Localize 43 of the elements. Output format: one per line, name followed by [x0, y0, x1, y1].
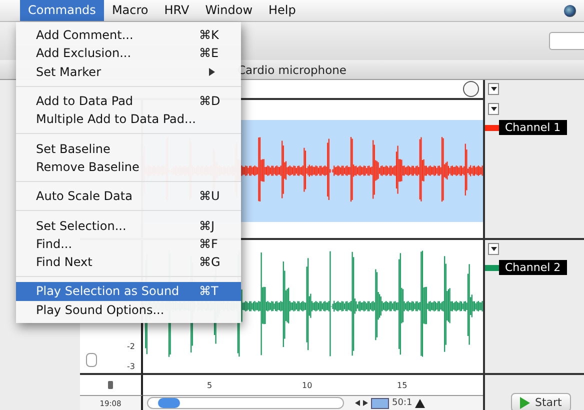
shortcut-label: ⌘F	[199, 236, 219, 251]
shortcut-label: ⌘T	[199, 284, 220, 298]
left-arrow-icon[interactable]	[355, 400, 360, 406]
shortcut-label: ⌘U	[199, 189, 221, 204]
menu-title[interactable]: HRV	[156, 0, 198, 21]
axis-tick-label: 10	[302, 381, 312, 390]
menu-item[interactable]: Play Sound Options...	[16, 300, 241, 319]
shortcut-label: ⌘J	[199, 218, 216, 233]
submenu-arrow-icon	[209, 68, 215, 76]
menu-title[interactable]: Help	[260, 0, 304, 21]
axis-tick-label: 15	[397, 381, 408, 390]
axis-tick-label: -2	[127, 342, 135, 351]
shortcut-label: ⌘G	[199, 255, 222, 270]
menu-item[interactable]: Add Comment... ⌘K	[16, 26, 241, 44]
menu-title[interactable]: Window	[197, 0, 261, 21]
menu-title[interactable]: Macro	[104, 0, 156, 21]
menu-item[interactable]: Set Baseline	[16, 139, 241, 158]
menu-item[interactable]: Find Next ⌘G	[16, 252, 241, 272]
axis-tick-label: 5	[207, 381, 212, 390]
triangle-icon[interactable]	[415, 398, 426, 408]
menu-item[interactable]: Multiple Add to Data Pad...	[16, 110, 241, 128]
menu-item[interactable]: Add to Data Pad ⌘D	[16, 92, 241, 110]
menu-item[interactable]: Find... ⌘F	[16, 234, 241, 253]
globe-icon[interactable]	[564, 4, 576, 16]
menu-title[interactable]: Commands	[20, 0, 104, 21]
zoom-icon[interactable]	[371, 398, 389, 408]
menu-item[interactable]: Play Selection as Sound ⌘T	[16, 282, 241, 301]
scroll-thumb[interactable]	[158, 398, 180, 408]
shortcut-label: ⌘K	[199, 28, 220, 42]
shortcut-label: ⌘E	[199, 46, 220, 60]
channel-name[interactable]: Channel 2	[499, 260, 567, 275]
shortcut-label: ⌘D	[199, 94, 222, 108]
play-icon	[520, 396, 530, 408]
menu-item[interactable]: Set Selection... ⌘J	[16, 216, 241, 235]
zoom-ratio: 50:1	[392, 398, 412, 408]
menu-item[interactable]: Add Exclusion... ⌘E	[16, 44, 241, 63]
axis-tick-label: -3	[127, 362, 135, 371]
scrollbar[interactable]	[147, 397, 344, 409]
menu-item[interactable]: Remove Baseline	[16, 158, 241, 176]
channel-name[interactable]: Channel 1	[499, 120, 567, 135]
start-button[interactable]: Start	[511, 393, 571, 410]
search-field[interactable]	[549, 32, 584, 50]
menu-item[interactable]: Auto Scale Data ⌘U	[16, 187, 241, 206]
